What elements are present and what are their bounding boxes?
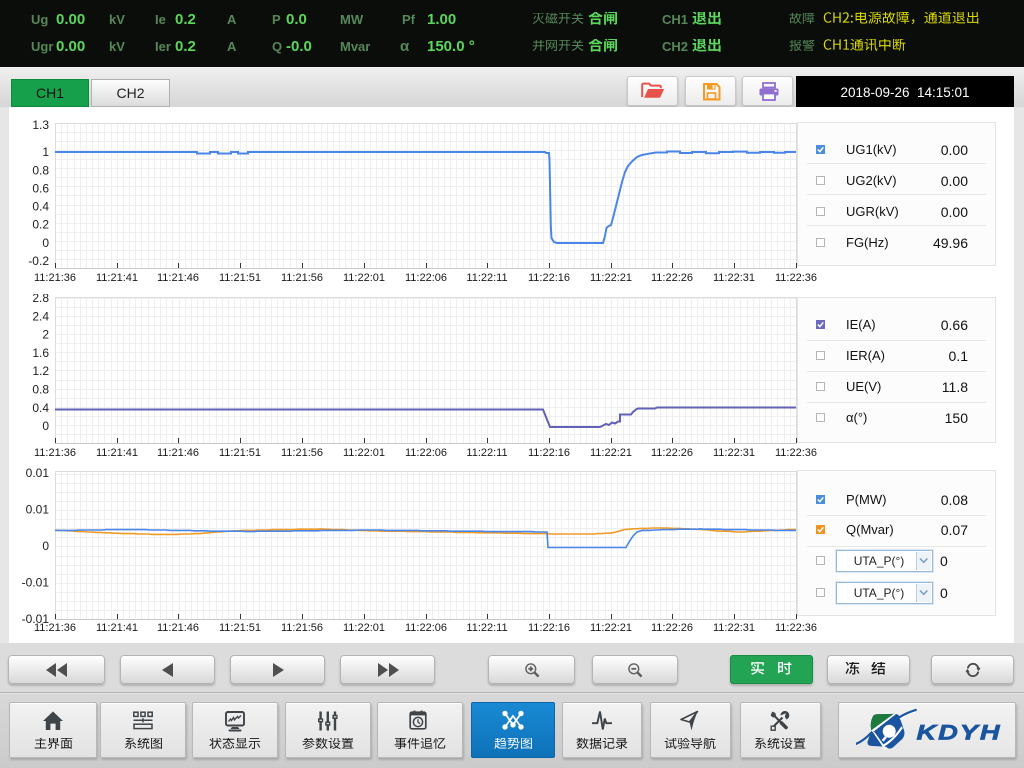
svg-text:11:22:11: 11:22:11 [466,622,507,634]
svg-text:11:22:21: 11:22:21 [590,447,632,459]
svg-text:11:22:16: 11:22:16 [528,447,570,459]
svg-text:11:21:36: 11:21:36 [34,622,76,634]
svg-text:11:21:41: 11:21:41 [96,447,138,459]
svg-text:11:22:11: 11:22:11 [466,272,507,284]
svg-text:1.6: 1.6 [32,346,49,360]
svg-text:11:22:16: 11:22:16 [528,272,570,284]
svg-text:0.01: 0.01 [26,503,50,517]
svg-text:11:22:11: 11:22:11 [466,447,507,459]
svg-text:11:21:41: 11:21:41 [96,272,138,284]
svg-text:11:22:26: 11:22:26 [651,272,693,284]
svg-text:11:21:56: 11:21:56 [281,622,323,634]
svg-text:11:21:46: 11:21:46 [157,272,199,284]
svg-text:0.2: 0.2 [32,218,49,232]
svg-text:11:21:51: 11:21:51 [219,272,261,284]
svg-text:0: 0 [42,236,49,250]
svg-text:0.6: 0.6 [32,181,49,195]
svg-text:11:21:41: 11:21:41 [96,622,138,634]
svg-text:11:22:01: 11:22:01 [343,447,385,459]
svg-text:1.3: 1.3 [32,120,49,132]
svg-text:KDYH: KDYH [917,721,1002,745]
svg-text:1: 1 [42,145,49,159]
svg-text:11:21:56: 11:21:56 [281,272,323,284]
svg-text:1.2: 1.2 [32,364,49,378]
svg-text:0: 0 [42,539,49,553]
svg-text:11:22:21: 11:22:21 [590,272,632,284]
svg-text:11:22:31: 11:22:31 [713,447,755,459]
svg-text:-0.2: -0.2 [28,254,49,268]
svg-text:11:22:06: 11:22:06 [405,272,447,284]
svg-text:11:22:36: 11:22:36 [775,447,817,459]
svg-text:11:22:26: 11:22:26 [651,622,693,634]
svg-text:-0.01: -0.01 [22,576,50,590]
svg-text:11:21:36: 11:21:36 [34,272,76,284]
svg-text:11:22:36: 11:22:36 [775,272,817,284]
svg-text:11:22:21: 11:22:21 [590,622,632,634]
svg-text:11:21:46: 11:21:46 [157,447,199,459]
svg-text:11:21:51: 11:21:51 [219,447,261,459]
svg-text:0.4: 0.4 [32,401,49,415]
svg-text:0.01: 0.01 [26,468,50,480]
svg-text:2: 2 [42,328,49,342]
svg-text:11:22:36: 11:22:36 [775,622,817,634]
svg-text:2.4: 2.4 [32,309,49,323]
svg-text:2.8: 2.8 [32,294,49,305]
svg-text:0.8: 0.8 [32,383,49,397]
svg-text:11:22:06: 11:22:06 [405,622,447,634]
svg-text:11:22:16: 11:22:16 [528,622,570,634]
svg-text:11:22:06: 11:22:06 [405,447,447,459]
svg-text:11:21:46: 11:21:46 [157,622,199,634]
svg-text:11:22:01: 11:22:01 [343,272,385,284]
svg-text:11:21:56: 11:21:56 [281,447,323,459]
svg-text:11:22:26: 11:22:26 [651,447,693,459]
svg-text:11:21:51: 11:21:51 [219,622,261,634]
svg-text:0.8: 0.8 [32,163,49,177]
svg-text:11:22:01: 11:22:01 [343,622,385,634]
svg-text:11:22:31: 11:22:31 [713,622,755,634]
svg-text:0.4: 0.4 [32,200,49,214]
svg-text:0: 0 [42,419,49,433]
svg-text:11:22:31: 11:22:31 [713,272,755,284]
svg-text:11:21:36: 11:21:36 [34,447,76,459]
